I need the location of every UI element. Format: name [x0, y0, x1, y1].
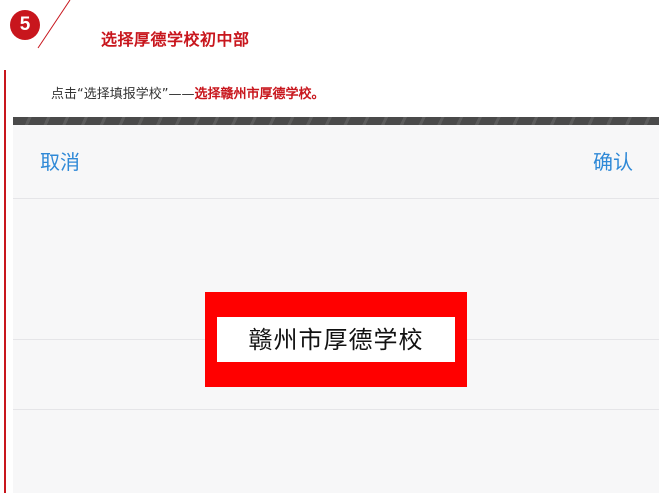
confirm-button[interactable]: 确认: [593, 149, 633, 175]
cancel-button[interactable]: 取消: [40, 149, 80, 175]
step-title: 选择厚德学校初中部: [101, 30, 250, 49]
picker-row-divider-bottom: [13, 409, 659, 410]
picker-header: 取消 确认: [13, 125, 659, 198]
instruction-text: 点击“选择填报学校”——选择赣州市厚德学校。: [51, 86, 325, 104]
section-left-rule: [4, 70, 6, 493]
picker-option-selected[interactable]: 赣州市厚德学校: [205, 292, 467, 387]
picker-option-label: 赣州市厚德学校: [248, 325, 424, 354]
instruction-prefix: 点击“选择填报学校”——: [51, 87, 195, 102]
step-divider-slash: [37, 0, 71, 49]
picker-top-bar: [13, 117, 659, 125]
school-picker-screenshot: 取消 确认 赣州市厚德学校: [13, 117, 659, 493]
instruction-highlight: 选择赣州市厚德学校。: [194, 87, 325, 102]
